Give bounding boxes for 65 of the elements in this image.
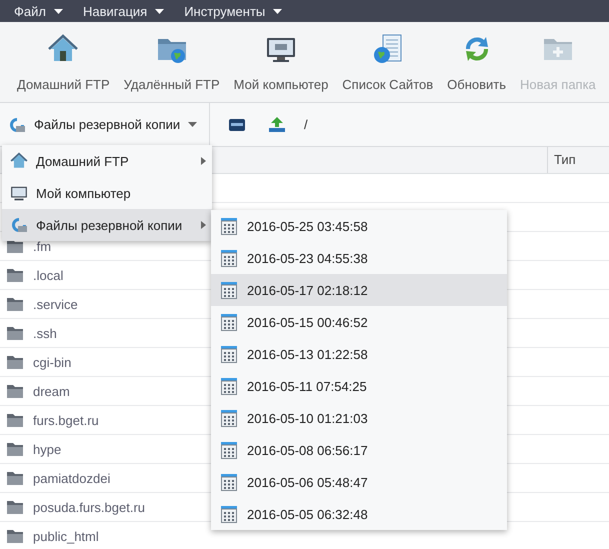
backup-menu-item[interactable]: 2016-05-05 06:32:48 [211,498,507,530]
backup-icon [8,116,26,134]
menu-item[interactable]: Инструменты [176,0,294,22]
file-name[interactable]: furs.bget.ru [33,412,99,428]
backup-menu-item[interactable]: 2016-05-15 00:46:52 [211,306,507,338]
folder-icon [7,530,23,542]
toolbar-button[interactable]: Удалённый FTP [116,22,227,102]
file-name[interactable]: .ssh [33,326,57,340]
submenu-arrow-icon [201,221,206,229]
file-name[interactable]: dream [33,384,70,398]
folder-icon [7,442,23,456]
backup-menu-item[interactable]: 2016-05-17 02:18:12 [211,274,507,306]
calendar-icon [221,250,237,266]
toolbar-button[interactable]: Домашний FTP [10,22,117,102]
file-name[interactable]: pamiatdozdei [33,470,110,486]
calendar-icon [221,378,237,394]
file-name[interactable]: cgi-bin [33,354,72,370]
toolbar-button[interactable]: Мой компьютер [226,22,336,102]
menu-item[interactable]: Файлы резервной копии [2,209,212,241]
folder-icon [7,500,23,514]
backup-menu-item[interactable]: 2016-05-06 05:48:47 [211,466,507,498]
calendar-icon [221,442,237,458]
calendar-icon [221,346,237,362]
menu-item[interactable]: Домашний FTP [2,145,212,177]
current-path: / [304,117,308,132]
menu-item[interactable]: Мой компьютер [2,177,212,209]
menu-item[interactable]: Навигация [74,0,176,22]
backup-menu-item[interactable]: 2016-05-11 07:54:25 [211,370,507,402]
backup-menu-item[interactable]: 2016-05-25 03:45:58 [211,210,507,242]
calendar-icon [221,282,237,298]
caret-icon [54,8,63,14]
backup-menu-item[interactable]: 2016-05-10 01:21:03 [211,402,507,434]
calendar-icon [221,410,237,426]
column-header[interactable]: Тип [547,147,609,173]
toolbar-button[interactable]: Список Сайтов [335,22,440,102]
toolbar-button[interactable]: Обновить [440,22,514,102]
caret-icon [273,8,282,14]
calendar-icon [221,218,237,234]
backup-icon [10,216,28,234]
folder-icon [7,414,23,426]
folder-icon [7,268,23,282]
file-name[interactable]: hype [33,442,62,456]
folder-icon [7,356,23,368]
menu-item[interactable]: Файл [6,0,75,22]
submenu-arrow-icon [201,157,206,165]
calendar-icon [221,506,237,522]
folder-icon [7,384,23,398]
document-globe-icon [372,33,404,65]
file-name[interactable]: public_html [33,528,99,544]
backup-menu-item[interactable]: 2016-05-08 06:56:17 [211,434,507,466]
backup-menu-item[interactable]: 2016-05-23 04:55:38 [211,242,507,274]
file-name[interactable]: .local [33,268,64,282]
file-name[interactable]: .service [33,296,78,312]
house-icon [10,152,28,170]
folder-icon [7,472,23,484]
monitor-icon [10,184,28,202]
folder-icon [7,298,23,310]
folder-icon [7,326,23,340]
backup-menu-item[interactable]: 2016-05-13 01:22:58 [211,338,507,370]
file-name[interactable]: posuda.furs.bget.ru [33,500,146,514]
calendar-icon [221,314,237,330]
caret-icon [155,8,164,14]
file-name[interactable]: .fm [33,238,52,254]
calendar-icon [221,474,237,490]
caret-icon [188,122,198,127]
